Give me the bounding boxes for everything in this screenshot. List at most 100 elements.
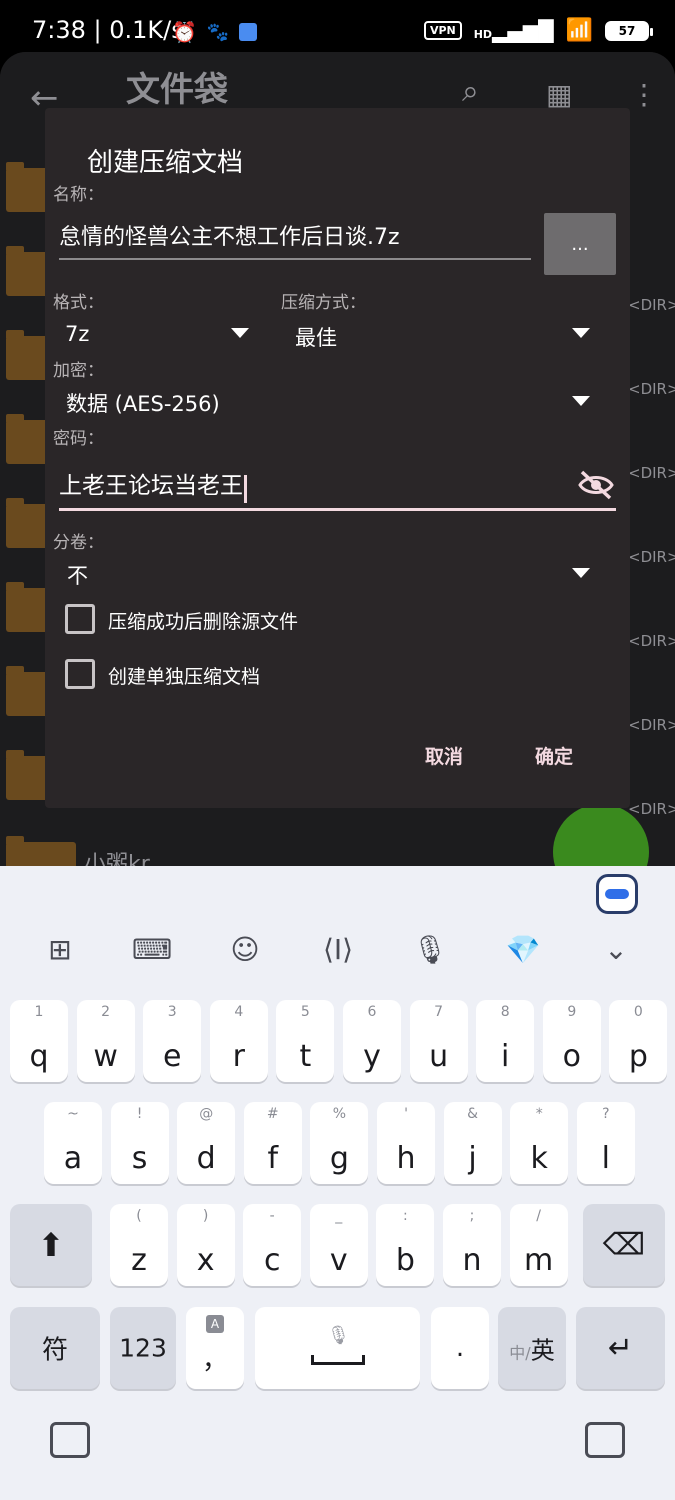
key-w[interactable]: 2w — [76, 1000, 135, 1082]
split-label: 分卷： — [53, 533, 104, 553]
enter-key[interactable]: ↵ — [576, 1307, 665, 1389]
key-s[interactable]: ! s — [110, 1102, 169, 1184]
delete-source-checkbox[interactable] — [65, 604, 95, 634]
key-secondary-label: 7 — [434, 1004, 444, 1020]
microphone-icon[interactable]: 🎙 — [410, 930, 450, 970]
folder-icon[interactable] — [6, 330, 48, 380]
key-primary-label: t — [299, 1039, 312, 1074]
key-a[interactable]: ~ a — [44, 1102, 102, 1184]
key-secondary-label: 3 — [167, 1004, 177, 1020]
key-secondary-label: : — [403, 1208, 408, 1224]
password-label: 密码： — [53, 429, 104, 449]
key-e[interactable]: 3e — [143, 1000, 202, 1082]
key-primary-label: q — [29, 1039, 49, 1074]
backspace-icon: ⌫ — [602, 1227, 646, 1263]
dir-tag: <DIR> — [628, 548, 675, 566]
more-vert-icon[interactable]: ⋮ — [630, 78, 658, 111]
signal-icon: HD▂▄▆█ — [473, 18, 554, 43]
key-secondary-label: ) — [202, 1208, 209, 1224]
key-secondary-label: 5 — [300, 1004, 310, 1020]
key-i[interactable]: 8i — [476, 1000, 535, 1082]
search-icon[interactable]: ⌕ — [462, 74, 479, 109]
key-r[interactable]: 4r — [209, 1000, 268, 1082]
visibility-off-icon[interactable] — [578, 469, 614, 501]
browse-button[interactable]: ... — [544, 213, 616, 275]
apps-grid-icon[interactable]: ⊞ — [40, 930, 80, 970]
key-y[interactable]: 6y — [343, 1000, 401, 1082]
delete-source-label[interactable]: 压缩成功后删除源文件 — [108, 607, 298, 634]
dir-tag: <DIR> — [628, 716, 675, 734]
dir-tag: <DIR> — [628, 464, 675, 482]
method-dropdown[interactable]: 最佳 — [281, 314, 601, 354]
key-primary-label: z — [131, 1243, 147, 1278]
key-v[interactable]: _ v — [309, 1204, 368, 1286]
key-m[interactable]: / m — [509, 1204, 568, 1286]
split-value: 不 — [67, 564, 88, 588]
period-key[interactable]: . — [431, 1307, 489, 1389]
caps-badge: A — [206, 1315, 224, 1333]
separate-archive-checkbox[interactable] — [65, 659, 95, 689]
split-dropdown[interactable]: 不 — [53, 554, 601, 594]
clipboard-icon[interactable] — [585, 1422, 625, 1458]
separate-archive-label[interactable]: 创建单独压缩文档 — [108, 662, 260, 689]
chevron-down-icon[interactable]: ⌄ — [596, 930, 636, 970]
keyboard-hide-icon[interactable] — [50, 1422, 90, 1458]
key-secondary-label: 8 — [500, 1004, 510, 1020]
keyboard-layout-icon[interactable]: ⌨ — [132, 930, 172, 970]
key-secondary-label: 2 — [101, 1004, 111, 1020]
key-primary-label: d — [196, 1141, 216, 1176]
folder-icon[interactable] — [6, 414, 48, 464]
key-f[interactable]: # f — [243, 1102, 302, 1184]
key-h[interactable]: ' h — [377, 1102, 435, 1184]
folder-icon[interactable] — [6, 666, 48, 716]
key-t[interactable]: 5t — [276, 1000, 335, 1082]
key-secondary-label: ' — [404, 1106, 408, 1122]
shift-key[interactable]: ⬆ — [10, 1204, 92, 1286]
key-j[interactable]: & j — [443, 1102, 502, 1184]
key-d[interactable]: @ d — [177, 1102, 236, 1184]
key-c[interactable]: -c — [243, 1204, 302, 1286]
folder-icon[interactable] — [6, 246, 48, 296]
key-z[interactable]: (z — [110, 1204, 168, 1286]
cancel-button[interactable]: 取消 — [425, 742, 463, 769]
assistant-robot-icon[interactable] — [596, 874, 638, 914]
folder-icon[interactable] — [6, 582, 48, 632]
key-b[interactable]: :b — [376, 1204, 435, 1286]
cursor-move-icon[interactable]: ⟨I⟩ — [318, 930, 358, 970]
space-key[interactable]: 🎙 — [255, 1307, 420, 1389]
key-x[interactable]: ) x — [176, 1204, 235, 1286]
comma-key[interactable]: A ， — [186, 1307, 244, 1389]
key-secondary-label: - — [269, 1208, 275, 1224]
encryption-dropdown[interactable]: 数据 (AES-256) — [53, 382, 601, 422]
key-o[interactable]: 9o — [542, 1000, 601, 1082]
key-primary-label: l — [601, 1141, 610, 1176]
number-key[interactable]: 123 — [110, 1307, 176, 1389]
key-u[interactable]: 7u — [409, 1000, 468, 1082]
archive-name-input[interactable]: 怠情的怪兽公主不想工作后日谈.7z — [59, 216, 531, 260]
key-g[interactable]: % g — [310, 1102, 369, 1184]
key-secondary-label: & — [467, 1106, 479, 1122]
key-k[interactable]: * k — [510, 1102, 569, 1184]
diamond-skin-icon[interactable]: 💎 — [503, 930, 543, 970]
symbol-key[interactable]: 符 — [10, 1307, 100, 1389]
folder-icon[interactable] — [6, 750, 48, 800]
dir-tag: <DIR> — [628, 800, 675, 818]
key-secondary-label: ; — [469, 1208, 475, 1224]
emoji-icon[interactable]: ☺ — [225, 930, 265, 970]
key-n[interactable]: ; n — [443, 1204, 501, 1286]
key-p[interactable]: 0p — [609, 1000, 668, 1082]
key-l[interactable]: ? l — [576, 1102, 635, 1184]
folder-icon[interactable] — [6, 498, 48, 548]
keyboard-toolbar: ⊞ ⌨ ☺ ⟨I⟩ 🎙 💎 ⌄ — [0, 930, 675, 986]
grid-view-icon[interactable]: ▦ — [546, 78, 572, 111]
ok-button[interactable]: 确定 — [535, 742, 573, 769]
key-primary-label: w — [93, 1039, 118, 1074]
folder-icon[interactable] — [6, 162, 48, 212]
format-dropdown[interactable]: 7z — [53, 314, 253, 354]
backspace-key[interactable]: ⌫ — [583, 1204, 665, 1286]
password-input[interactable]: 上老王论坛当老王 — [59, 461, 616, 511]
language-switch-key[interactable]: 中/英 — [498, 1307, 566, 1389]
key-primary-label: k — [530, 1141, 548, 1176]
key-q[interactable]: 1q — [10, 1000, 68, 1082]
key-primary-label: u — [429, 1039, 449, 1074]
